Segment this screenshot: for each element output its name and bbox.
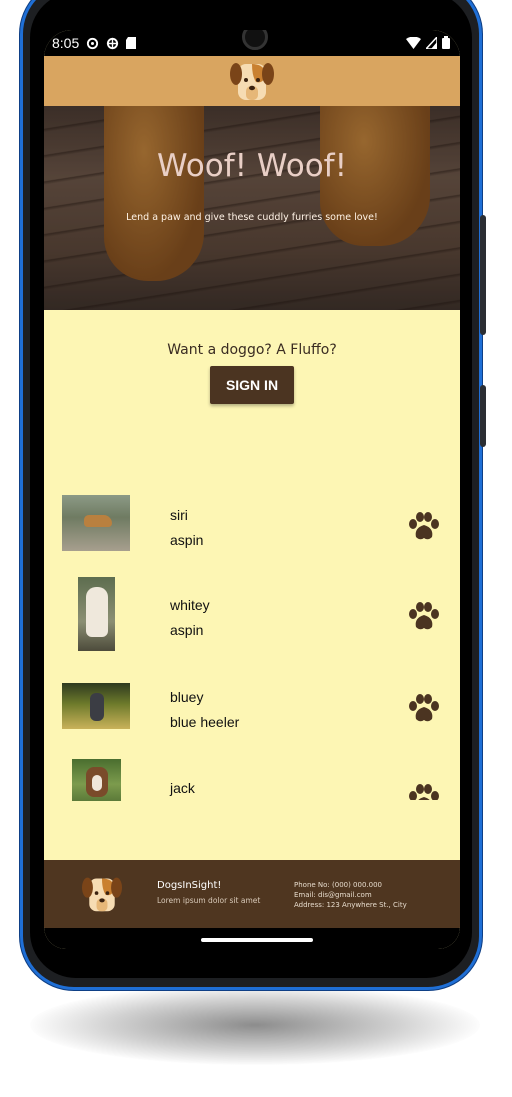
dog-list-item[interactable]: bluey blue heeler [44, 666, 460, 756]
device-shadow [30, 985, 480, 1065]
dog-breed: blue heeler [170, 714, 240, 730]
power-button[interactable] [480, 385, 486, 447]
dog-name: jack [170, 780, 195, 796]
dog-face-icon [82, 877, 122, 912]
hero-overlay [44, 106, 460, 310]
footer-email[interactable]: Email: dis@gmail.com [294, 890, 407, 900]
signin-section: Want a doggo? A Fluffo? SIGN IN [44, 310, 460, 440]
dog-name: siri [170, 507, 188, 523]
dog-list-item[interactable]: whitey aspin [44, 574, 460, 664]
dog-list-item[interactable]: jack [44, 758, 460, 848]
footer-tagline: Lorem ipsum dolor sit amet [157, 896, 261, 905]
system-nav-bar [44, 928, 460, 949]
settings-icon [87, 37, 99, 49]
home-gesture-bar[interactable] [201, 938, 313, 942]
paw-icon[interactable] [408, 602, 440, 632]
dog-name: whitey [170, 597, 210, 613]
signin-prompt: Want a doggo? A Fluffo? [167, 342, 337, 358]
dog-breed: aspin [170, 532, 204, 548]
signal-icon [426, 36, 437, 49]
app-header [44, 56, 460, 106]
dog-photo [72, 759, 121, 801]
hero-title: Woof! Woof! [156, 148, 348, 184]
paw-icon[interactable] [408, 694, 440, 724]
dog-list-item[interactable]: siri aspin [44, 482, 460, 572]
footer-brand: DogsInSight! [157, 880, 222, 891]
settings-icon [107, 37, 119, 49]
app-footer: DogsInSight! Lorem ipsum dolor sit amet … [44, 860, 460, 928]
footer-address: Address: 123 Anywhere St., City [294, 901, 407, 909]
paw-icon[interactable] [408, 784, 440, 800]
hero-banner: Woof! Woof! Lend a paw and give these cu… [44, 106, 460, 310]
status-bar: 8:05 [44, 30, 460, 56]
battery-icon [442, 36, 450, 49]
sign-in-button[interactable]: SIGN IN [210, 366, 294, 404]
dog-name: bluey [170, 689, 204, 705]
wifi-icon [406, 36, 421, 49]
app-screen: 8:05 Woof! Woof! Lend a paw and give the… [44, 30, 460, 949]
dog-breed: aspin [170, 622, 204, 638]
footer-contact: Phone No: (000) 000.000 Email: dis@gmail… [294, 880, 407, 910]
dog-face-icon[interactable] [230, 58, 274, 104]
sd-card-icon [126, 37, 137, 49]
dog-photo [62, 683, 130, 729]
status-time: 8:05 [52, 35, 80, 51]
hero-subtitle: Lend a paw and give these cuddly furries… [126, 212, 378, 223]
footer-phone: Phone No: (000) 000.000 [294, 881, 383, 889]
front-camera [242, 30, 268, 50]
paw-icon[interactable] [408, 512, 440, 542]
dog-photo [78, 577, 115, 651]
dog-photo [62, 495, 130, 551]
volume-button[interactable] [480, 215, 486, 335]
